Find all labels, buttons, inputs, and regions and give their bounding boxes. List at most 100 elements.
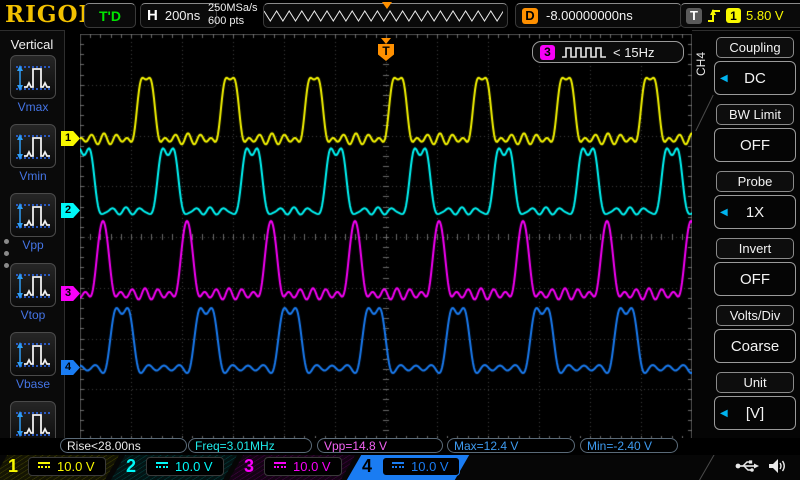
sidebar-item-label: Vbase bbox=[9, 377, 57, 391]
menu-item-value: DC bbox=[744, 70, 766, 87]
trigger-flag: T bbox=[378, 44, 394, 61]
menu-item-coupling[interactable]: Coupling ◀ DC bbox=[714, 37, 796, 95]
horizontal-label: H bbox=[147, 7, 158, 24]
menu-item-title: BW Limit bbox=[716, 104, 794, 125]
menu-item-value: OFF bbox=[740, 137, 770, 154]
chevron-left-icon: ◀ bbox=[720, 207, 728, 218]
trigger-info-box[interactable]: T 1 5.80 V bbox=[680, 3, 800, 28]
measurement-min[interactable]: Min=-2.40 V bbox=[580, 438, 678, 453]
channel2-volts-div: 10.0 V bbox=[175, 459, 213, 474]
memory-depth: 600 pts bbox=[208, 15, 258, 28]
sidebar-item-vmax[interactable]: Vmax bbox=[9, 55, 57, 117]
measurement-freq[interactable]: Freq=3.01MHz bbox=[188, 438, 312, 453]
rising-edge-icon bbox=[707, 8, 721, 23]
sidebar-item-vpp[interactable]: Vpp bbox=[9, 193, 57, 255]
vmax-icon bbox=[10, 55, 56, 99]
menu-item-value: OFF bbox=[740, 271, 770, 288]
menu-tab-ch4: CH4 bbox=[694, 37, 712, 91]
menu-page-indicator bbox=[4, 239, 9, 268]
oscilloscope-screen: RIGOL T'D H 200ns 250MSa/s 600 pts D -8.… bbox=[0, 0, 800, 480]
channel3-slot[interactable]: 3 10.0 V bbox=[232, 455, 352, 480]
channel4-slot[interactable]: 4 10.0 V bbox=[350, 455, 466, 480]
channel1-number: 1 bbox=[8, 456, 18, 477]
sidebar-item-vbase[interactable]: Vbase bbox=[9, 332, 57, 394]
channel2-number: 2 bbox=[126, 456, 136, 477]
channel1-slot[interactable]: 1 10.0 V bbox=[0, 455, 116, 480]
beeper-icon bbox=[768, 458, 786, 474]
rigol-logo: RIGOL bbox=[5, 1, 96, 28]
sidebar-item-label: Vtop bbox=[9, 308, 57, 322]
menu-item-title: Unit bbox=[716, 372, 794, 393]
trigger-tip-icon bbox=[381, 38, 391, 44]
channel2-slot[interactable]: 2 10.0 V bbox=[114, 455, 234, 480]
vbase-icon bbox=[10, 332, 56, 376]
delay-box[interactable]: D -8.00000000ns bbox=[515, 3, 682, 28]
timebase-box[interactable]: H 200ns bbox=[140, 3, 217, 28]
channel4-number: 4 bbox=[362, 456, 372, 477]
freq-counter-value: < 15Hz bbox=[613, 45, 655, 60]
channel4-volts-div: 10.0 V bbox=[411, 459, 449, 474]
menu-item-title: Coupling bbox=[716, 37, 794, 58]
menu-item-value: 1X bbox=[746, 204, 764, 221]
scope-canvas bbox=[80, 34, 692, 440]
tab-divider bbox=[695, 95, 713, 131]
sidebar-item-vmin[interactable]: Vmin bbox=[9, 124, 57, 186]
trigger-source-badge: 1 bbox=[726, 8, 741, 23]
menu-item-title: Probe bbox=[716, 171, 794, 192]
sidebar-item-vtop[interactable]: Vtop bbox=[9, 263, 57, 325]
scope-display: 1 2 3 4 T 3 < 15Hz bbox=[80, 34, 692, 440]
channel3-volts-div: 10.0 V bbox=[293, 459, 331, 474]
dc-coupling-icon bbox=[274, 462, 286, 472]
trigger-position-marker[interactable]: T bbox=[377, 38, 395, 61]
menu-item-probe[interactable]: Probe ◀ 1X bbox=[714, 171, 796, 229]
usb-icon bbox=[735, 459, 759, 473]
dc-coupling-icon bbox=[392, 462, 404, 472]
bar-divider bbox=[698, 455, 716, 480]
delay-value: -8.00000000ns bbox=[546, 8, 633, 23]
sample-rate: 250MSa/s bbox=[208, 2, 258, 15]
trigger-position-icon bbox=[382, 2, 392, 9]
vmin-icon bbox=[10, 124, 56, 168]
frequency-counter-badge: 3 < 15Hz bbox=[532, 41, 684, 63]
chevron-left-icon: ◀ bbox=[720, 73, 728, 84]
measurement-vpp[interactable]: Vpp=14.8 V bbox=[317, 438, 443, 453]
channel3-number: 3 bbox=[244, 456, 254, 477]
channel3-ground-marker[interactable]: 3 bbox=[61, 286, 80, 301]
vertical-measure-menu: Vertical Vmax Vmin Vpp Vtop bbox=[0, 30, 65, 455]
measurement-rise[interactable]: Rise<28.00ns bbox=[60, 438, 187, 453]
preview-wave bbox=[264, 11, 503, 21]
timebase-value: 200ns bbox=[165, 8, 200, 23]
acquisition-info: 250MSa/s 600 pts bbox=[208, 2, 258, 28]
channel2-ground-marker[interactable]: 2 bbox=[61, 203, 80, 218]
channel1-ground-marker[interactable]: 1 bbox=[61, 131, 80, 146]
menu-item-invert[interactable]: Invert OFF bbox=[714, 238, 796, 296]
channel1-scale-box: 10.0 V bbox=[28, 457, 106, 476]
measurement-bar: Rise<28.00ns Freq=3.01MHz Vpp=14.8 V Max… bbox=[0, 438, 800, 455]
channel1-volts-div: 10.0 V bbox=[57, 459, 95, 474]
trigger-label: T bbox=[686, 8, 702, 24]
vtop-icon bbox=[10, 263, 56, 307]
channel4-menu-panel: CH4 Coupling ◀ DC BW Limit OFF Probe ◀ bbox=[692, 30, 800, 455]
channel3-scale-box: 10.0 V bbox=[264, 457, 342, 476]
left-menu-title: Vertical bbox=[0, 37, 64, 52]
menu-item-bw-limit[interactable]: BW Limit OFF bbox=[714, 104, 796, 162]
trigger-level-value: 5.80 V bbox=[746, 8, 784, 23]
channel2-scale-box: 10.0 V bbox=[146, 457, 224, 476]
dc-coupling-icon bbox=[156, 462, 168, 472]
trigger-status-box: T'D bbox=[84, 3, 136, 28]
sidebar-item-label: Vpp bbox=[9, 238, 57, 252]
dc-coupling-icon bbox=[38, 462, 50, 472]
menu-item-title: Volts/Div bbox=[716, 305, 794, 326]
menu-item-title: Invert bbox=[716, 238, 794, 259]
menu-item-value: Coarse bbox=[731, 338, 779, 355]
menu-item-unit[interactable]: Unit ◀ [V] bbox=[714, 372, 796, 430]
waveform-preview-strip[interactable] bbox=[263, 3, 508, 28]
pulse-train-icon bbox=[561, 45, 607, 59]
measurement-max[interactable]: Max=12.4 V bbox=[447, 438, 575, 453]
freq-counter-channel-badge: 3 bbox=[540, 45, 555, 60]
menu-item-volts-div[interactable]: Volts/Div Coarse bbox=[714, 305, 796, 363]
channel4-scale-box: 10.0 V bbox=[382, 457, 460, 476]
menu-item-value: [V] bbox=[746, 405, 764, 422]
channel4-ground-marker[interactable]: 4 bbox=[61, 360, 80, 375]
sidebar-item-label: Vmax bbox=[9, 100, 57, 114]
